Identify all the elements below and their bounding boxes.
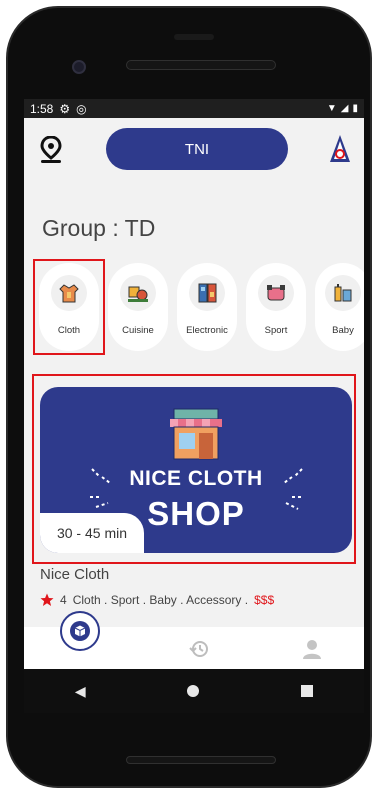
app-screen: 1:58 ⚙ ◎ ▼ ◢ ▮ TNI Group : TD Cloth Cuis…	[24, 99, 364, 732]
star-icon	[40, 593, 54, 606]
back-icon[interactable]: ◀	[75, 683, 86, 700]
app-header: TNI	[24, 118, 364, 184]
category-list: Cloth Cuisine Electronic Sport Baby	[24, 259, 364, 355]
nav-shop-button[interactable]	[60, 611, 100, 651]
banner-title-line1: NICE CLOTH	[129, 467, 263, 490]
sync-icon: ◎	[76, 101, 87, 116]
shop-meta: 4 Cloth . Sport . Baby . Accessory . $$$	[40, 593, 274, 607]
category-cuisine[interactable]: Cuisine	[108, 263, 168, 351]
home-icon[interactable]	[187, 685, 200, 697]
box-icon	[70, 621, 90, 641]
system-navigation-bar: ◀	[24, 669, 364, 713]
category-label: Baby	[332, 325, 354, 336]
location-pin-icon[interactable]	[40, 136, 62, 164]
shop-banner[interactable]: NICE CLOTH SHOP 30 - 45 min	[40, 387, 352, 553]
category-baby[interactable]: Baby	[315, 263, 364, 351]
top-speaker	[126, 60, 276, 70]
battery-icon: ▮	[352, 103, 358, 114]
history-icon[interactable]	[189, 639, 209, 659]
category-sport[interactable]: Sport	[246, 263, 306, 351]
settings-gear-icon: ⚙	[59, 101, 71, 116]
category-label: Cloth	[57, 325, 81, 336]
screen-bottom	[24, 713, 364, 732]
profile-icon[interactable]	[302, 639, 322, 659]
delivery-time-badge: 30 - 45 min	[40, 513, 144, 553]
bottom-speaker	[126, 756, 276, 764]
category-label: Sport	[264, 325, 288, 336]
recents-icon[interactable]	[301, 685, 314, 697]
baby-icon	[325, 275, 361, 311]
group-title: Group : TD	[42, 215, 156, 241]
shop-rating: 4	[60, 593, 67, 607]
storefront-icon	[170, 408, 222, 460]
front-camera	[72, 60, 86, 74]
category-label: Cuisine	[122, 325, 154, 336]
category-cloth[interactable]: Cloth	[39, 263, 99, 351]
cuisine-icon	[120, 275, 156, 311]
category-label: Electronic	[186, 325, 228, 336]
status-time: 1:58	[30, 101, 54, 116]
earpiece	[174, 34, 214, 40]
signal-icon: ◢	[340, 103, 349, 114]
shop-name[interactable]: Nice Cloth	[40, 566, 109, 583]
tni-logo-icon	[330, 135, 350, 162]
shop-tags: Cloth . Sport . Baby . Accessory .	[72, 593, 249, 607]
tni-button[interactable]: TNI	[106, 128, 288, 170]
cloth-icon	[51, 275, 87, 311]
shop-price: $$$	[254, 593, 275, 607]
electronic-icon	[189, 275, 225, 311]
category-electronic[interactable]: Electronic	[177, 263, 237, 351]
sport-icon	[258, 275, 294, 311]
wifi-icon: ▼	[326, 103, 337, 114]
status-bar: 1:58 ⚙ ◎ ▼ ◢ ▮	[24, 99, 364, 118]
